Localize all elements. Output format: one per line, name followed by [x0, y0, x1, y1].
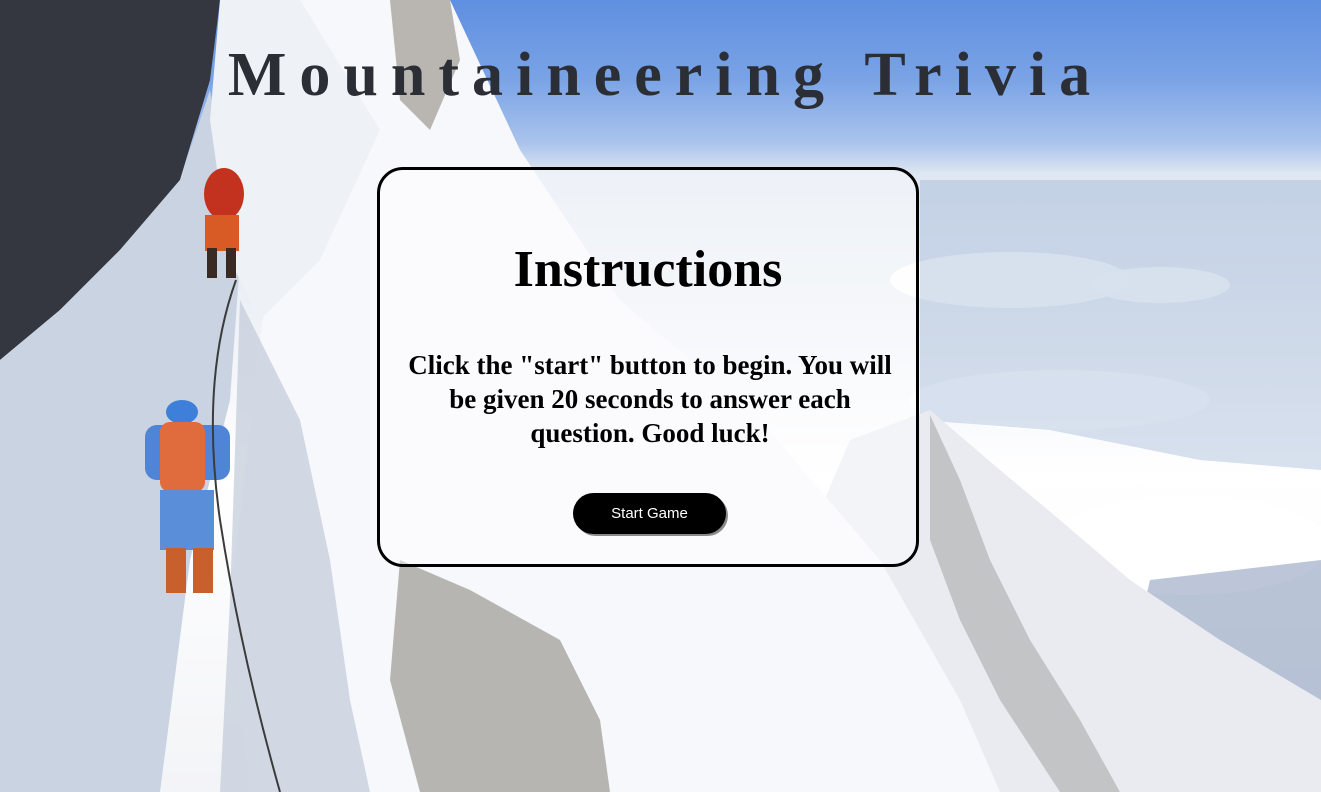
- start-game-button[interactable]: Start Game: [573, 493, 726, 534]
- instructions-text: Click the "start" button to begin. You w…: [408, 350, 892, 448]
- page-title: Mountaineering Trivia: [227, 41, 1104, 109]
- instructions-heading: Instructions: [513, 241, 783, 298]
- instructions-card: Instructions Click the "start" button to…: [377, 167, 919, 567]
